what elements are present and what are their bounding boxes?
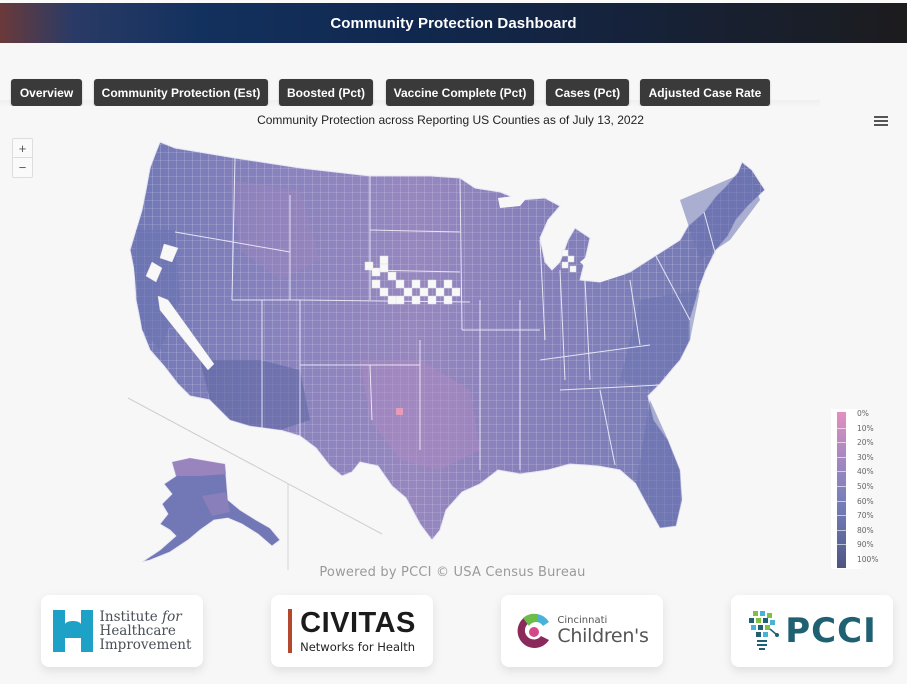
civitas-accent-bar [288, 609, 293, 653]
pcci-wordmark: PCCI [785, 611, 877, 651]
ihi-line3: Improvement [99, 637, 192, 653]
legend-label: 70% [857, 511, 874, 521]
map-credit-text: Powered by PCCI © USA Census Bureau [319, 565, 586, 580]
legend-label: 30% [857, 452, 874, 462]
legend-tick [837, 471, 846, 473]
legend-label: 60% [857, 496, 874, 506]
legend-tick [837, 442, 846, 444]
legend-tick [837, 500, 846, 502]
civitas-tagline: Networks for Health [300, 639, 416, 654]
legend-tick [837, 486, 846, 487]
legend-label: 40% [857, 467, 874, 477]
partner-ihi-logo[interactable]: Institute for Healthcare Improvement [41, 595, 203, 667]
legend-label: 10% [857, 423, 874, 433]
ihi-logo-text: Institute for Healthcare Improvement [100, 610, 192, 652]
cincinnati-childrens-logo-icon [517, 613, 550, 648]
map-credit: Powered by PCCI © USA Census Bureau [0, 565, 907, 580]
partner-pcci-logo[interactable]: PCCI [731, 595, 893, 667]
legend-label: 20% [857, 438, 874, 448]
legend-tick [837, 544, 846, 546]
legend-tick [837, 515, 846, 517]
legend-label: 90% [857, 540, 874, 550]
civitas-wordmark: CIVITAS [300, 606, 416, 639]
childrens-text: Children's [557, 625, 649, 647]
pcci-lightbulb-icon [749, 611, 780, 650]
alaska-north-slope [172, 458, 226, 476]
legend-label: 80% [857, 525, 874, 535]
county-low-protection[interactable] [396, 408, 403, 415]
legend-label: 100% [857, 555, 879, 564]
ihi-logo-icon [52, 610, 93, 652]
region-southwest [200, 360, 310, 430]
legend-tick [837, 529, 846, 531]
legend-label: 50% [857, 482, 874, 491]
legend-label: 0% [857, 409, 869, 418]
partner-civitas-logo[interactable]: CIVITAS Networks for Health [271, 595, 433, 667]
legend-tick [837, 456, 846, 458]
legend-tick [837, 427, 846, 429]
partner-cincinnati-childrens-logo[interactable]: Cincinnati Children's [501, 595, 663, 667]
us-counties-map[interactable] [0, 0, 907, 684]
ihi-line2: Healthcare [99, 623, 176, 639]
